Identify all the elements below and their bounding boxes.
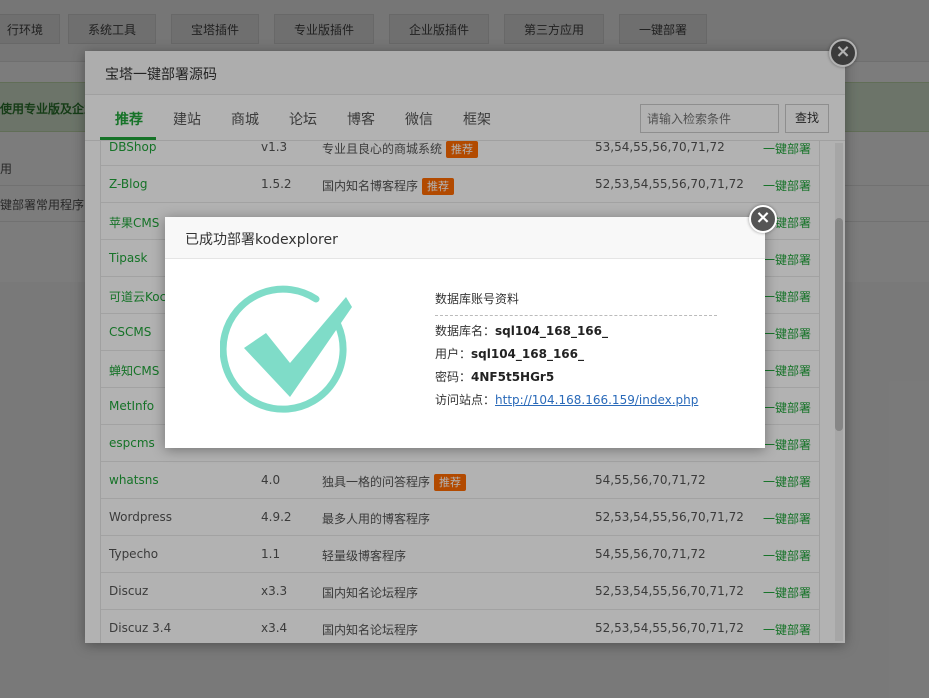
db-password-row: 密码：4NF5t5HGr5 xyxy=(435,370,717,385)
db-user-value: sql104_168_166_ xyxy=(471,347,585,361)
site-url-row: 访问站点：http://104.168.166.159/index.php xyxy=(435,393,717,408)
check-circle-icon xyxy=(220,285,352,413)
db-info-heading: 数据库账号资料 xyxy=(435,290,717,316)
dialog-header: 已成功部署kodexplorer xyxy=(165,217,765,259)
db-user-label: 用户： xyxy=(435,347,472,361)
success-dialog: 已成功部署kodexplorer 数据库账号资料 数据库名：sql104_168… xyxy=(165,217,765,448)
dialog-title: 已成功部署kodexplorer xyxy=(185,232,338,248)
site-url-label: 访问站点： xyxy=(435,393,496,407)
dialog-close-button[interactable]: × xyxy=(749,205,777,233)
site-url-link[interactable]: http://104.168.166.159/index.php xyxy=(495,393,698,407)
db-password-label: 密码： xyxy=(435,370,472,384)
db-name-label: 数据库名： xyxy=(435,324,496,338)
db-user-row: 用户：sql104_168_166_ xyxy=(435,347,717,362)
close-icon: × xyxy=(755,207,771,228)
db-info: 数据库账号资料 数据库名：sql104_168_166_ 用户：sql104_1… xyxy=(435,290,717,408)
db-name-row: 数据库名：sql104_168_166_ xyxy=(435,324,717,339)
db-password-value: 4NF5t5HGr5 xyxy=(471,370,555,384)
db-name-value: sql104_168_166_ xyxy=(495,324,609,338)
